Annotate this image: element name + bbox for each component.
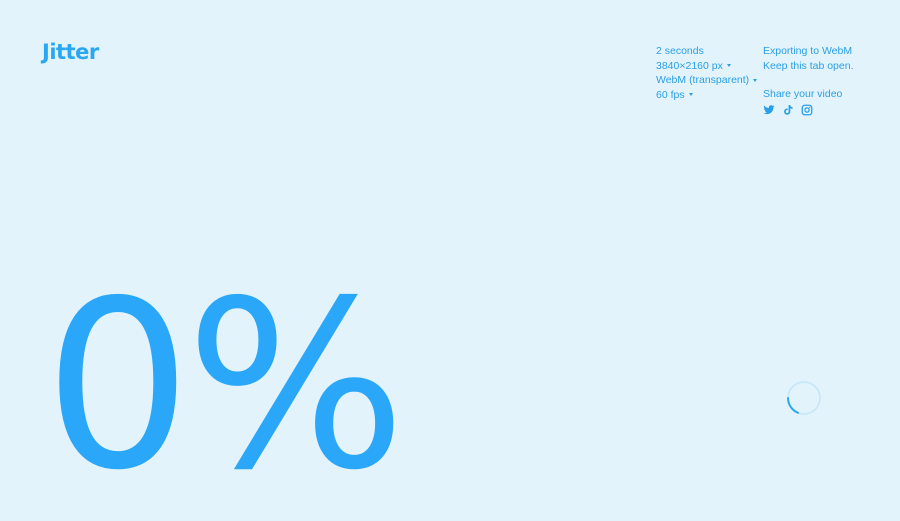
status-subtitle: Keep this tab open. bbox=[763, 59, 854, 72]
format-text: WebM (transparent) bbox=[656, 74, 750, 86]
resolution-dropdown[interactable]: 3840×2160 px bbox=[656, 59, 757, 74]
caret-down-icon bbox=[726, 64, 731, 68]
tiktok-icon[interactable] bbox=[782, 104, 794, 116]
fps-dropdown[interactable]: 60 fps bbox=[656, 88, 757, 103]
format-dropdown[interactable]: WebM (transparent) bbox=[656, 73, 758, 88]
share-label: Share your video bbox=[763, 88, 843, 100]
spinner-arc bbox=[787, 397, 799, 414]
instagram-icon[interactable] bbox=[801, 104, 813, 116]
fps-text: 60 fps bbox=[656, 88, 685, 101]
resolution-text: 3840×2160 px bbox=[656, 59, 723, 72]
export-status: Exporting to WebM Keep this tab open. Sh… bbox=[763, 44, 854, 116]
duration-text: 2 seconds bbox=[656, 45, 704, 57]
status-title: Exporting to WebM bbox=[763, 45, 853, 57]
caret-down-icon bbox=[753, 78, 758, 82]
caret-down-icon bbox=[688, 93, 693, 97]
share-icons bbox=[763, 104, 854, 116]
twitter-icon[interactable] bbox=[763, 104, 775, 116]
progress-percent: 0% bbox=[44, 251, 406, 521]
duration-label: 2 seconds bbox=[656, 44, 757, 59]
progress-spinner bbox=[786, 380, 822, 416]
jitter-logo[interactable]: Jitter bbox=[42, 40, 99, 64]
export-settings: 2 seconds 3840×2160 px WebM (transparent… bbox=[656, 44, 758, 103]
